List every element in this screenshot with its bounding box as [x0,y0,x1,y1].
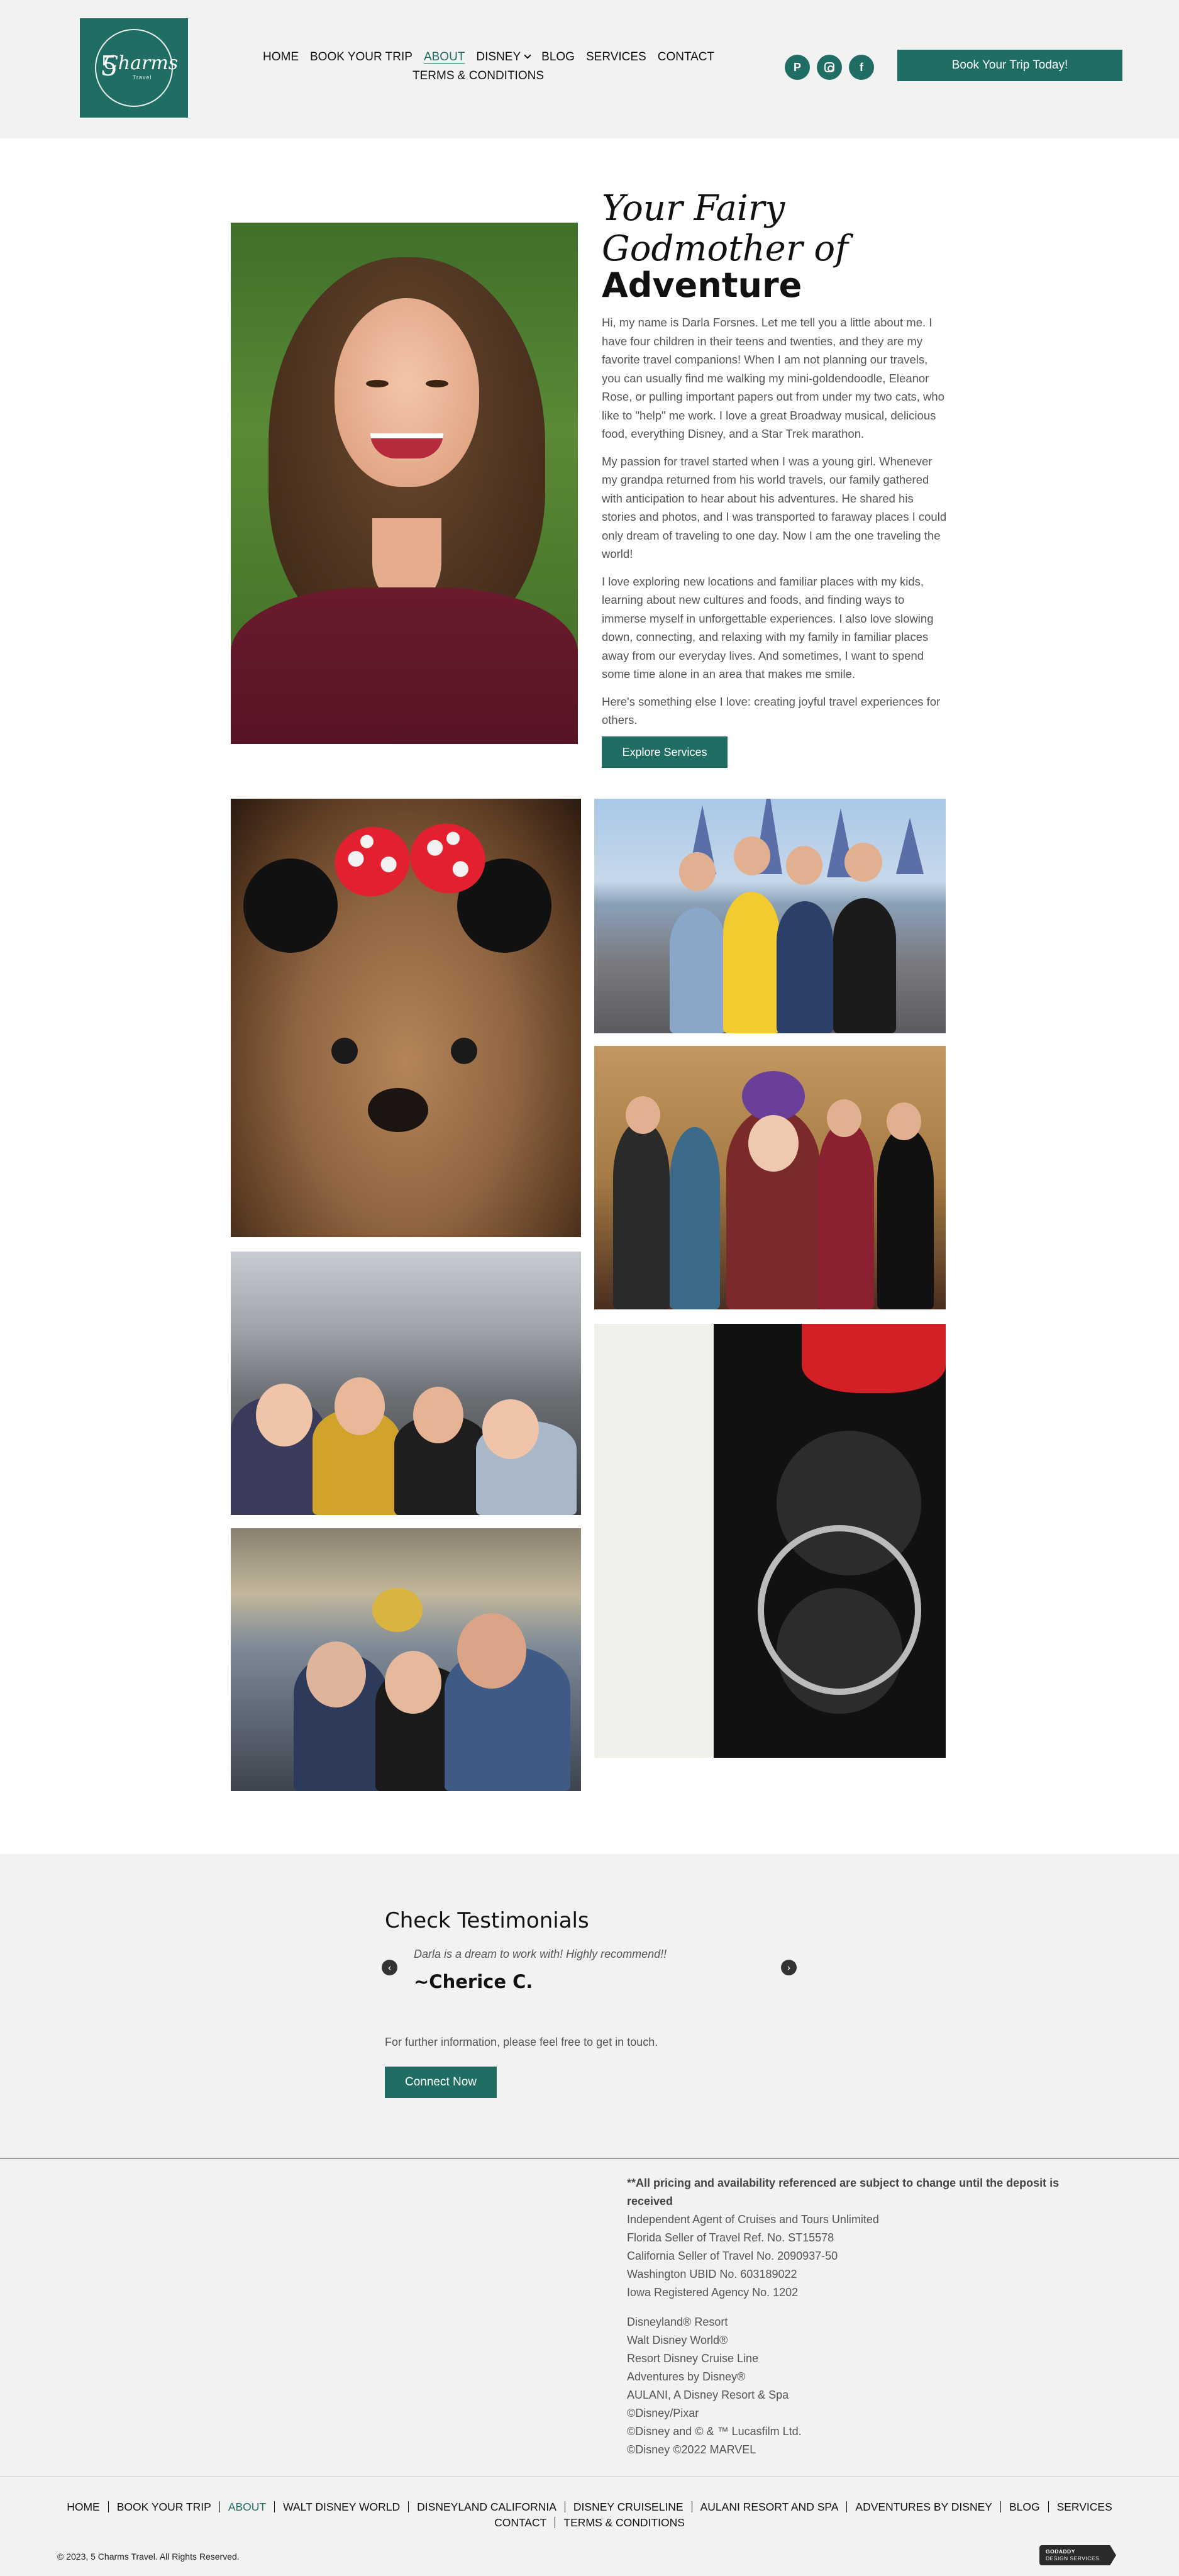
legal-line: Independent Agent of Cruises and Tours U… [627,2213,879,2226]
explore-services-button[interactable]: Explore Services [602,736,728,768]
prev-arrow-icon[interactable]: ‹ [382,1960,397,1975]
legal-line: Florida Seller of Travel Ref. No. ST1557… [627,2231,834,2244]
legal-disclaimer: **All pricing and availability reference… [627,2174,1105,2459]
badge-line1: GODADDY [1046,2548,1075,2555]
social-links: P f [785,55,874,80]
nav-book-your-trip[interactable]: BOOK YOUR TRIP [310,50,412,64]
main-nav: HOME BOOK YOUR TRIP ABOUT DISNEY BLOG SE… [263,49,714,82]
about-paragraph: Hi, my name is Darla Forsnes. Let me tel… [602,316,944,440]
footer-link-terms[interactable]: TERMS & CONDITIONS [555,2516,693,2528]
site-header: 5 Charms Travel HOME BOOK YOUR TRIP ABOU… [0,0,1179,138]
legal-line: Washington UBID No. 603189022 [627,2268,797,2280]
book-trip-button[interactable]: Book Your Trip Today! [897,50,1122,81]
logo-number: 5 [100,50,118,82]
further-info-text: For further information, please feel fre… [385,2036,658,2048]
gallery-photo-castle [594,799,946,1033]
trademark-line: Resort Disney Cruise Line [627,2352,759,2365]
footer-link-disney-cruiseline[interactable]: DISNEY CRUISELINE [564,2501,692,2512]
nav-home[interactable]: HOME [263,50,299,64]
testimonials-title: Check Testimonials [385,1908,589,1933]
badge-line2: DESIGN SERVICES [1046,2555,1100,2562]
trademark-line: ©Disney and © & ™ Lucasfilm Ltd. [627,2425,802,2438]
gallery-photo-rockefeller [231,1528,581,1791]
trademark-line: Disneyland® Resort [627,2316,728,2328]
footer-divider [0,2476,1179,2477]
godaddy-badge[interactable]: GODADDY DESIGN SERVICES [1039,2545,1116,2565]
nav-disney-label: DISNEY [476,50,521,64]
trademark-line: AULANI, A Disney Resort & Spa [627,2389,789,2401]
footer-link-services[interactable]: SERVICES [1048,2501,1121,2512]
legal-line: California Seller of Travel No. 2090937-… [627,2250,838,2262]
pricing-disclaimer: **All pricing and availability reference… [627,2177,1060,2207]
nav-contact[interactable]: CONTACT [658,50,714,64]
connect-now-button[interactable]: Connect Now [385,2067,497,2098]
footer-link-book-your-trip[interactable]: BOOK YOUR TRIP [108,2501,219,2512]
gallery-photo-mickey-ears [594,1324,946,1758]
trademark-line: ©Disney ©2022 MARVEL [627,2443,756,2456]
legal-line: Iowa Registered Agency No. 1202 [627,2286,799,2299]
footer-link-home[interactable]: HOME [58,2501,108,2512]
nav-services[interactable]: SERVICES [586,50,646,64]
trademark-line: Adventures by Disney® [627,2370,746,2383]
trademark-line: Walt Disney World® [627,2334,728,2346]
facebook-icon[interactable]: f [849,55,874,80]
about-section: Your Fairy Godmother of Adventure Hi, my… [602,189,948,730]
logo-sub: Travel [132,74,152,80]
footer-link-about[interactable]: ABOUT [219,2501,274,2512]
pinterest-icon[interactable]: P [785,55,810,80]
about-script-title: Your Fairy Godmother of [602,188,848,269]
trademark-line: ©Disney/Pixar [627,2407,699,2419]
logo[interactable]: 5 Charms Travel [80,18,188,118]
gallery-photo-grumpy [594,1046,946,1309]
nav-disney[interactable]: DISNEY [476,50,531,64]
gallery-photo-dog [231,799,581,1237]
testimonial-quote: Darla is a dream to work with! Highly re… [414,1948,667,1960]
footer-nav: HOME BOOK YOUR TRIP ABOUT WALT DISNEY WO… [0,2499,1179,2530]
gallery-photo-galaxy-edge [231,1252,581,1515]
footer-link-walt-disney-world[interactable]: WALT DISNEY WORLD [274,2501,408,2512]
footer-link-adventures-by-disney[interactable]: ADVENTURES BY DISNEY [846,2501,1000,2512]
footer-link-disneyland-california[interactable]: DISNEYLAND CALIFORNIA [408,2501,565,2512]
next-arrow-icon[interactable]: › [781,1960,797,1975]
about-paragraph: Here's something else I love: creating j… [602,694,941,727]
chevron-down-icon [524,52,531,59]
about-paragraph: My passion for travel started when I was… [602,454,947,561]
testimonial-author: ~Cherice C. [414,1971,533,1992]
footer-link-blog[interactable]: BLOG [1000,2501,1048,2512]
footer-link-contact[interactable]: CONTACT [486,2517,555,2528]
about-paragraph: I love exploring new locations and famil… [602,574,934,681]
copyright-text: © 2023, 5 Charms Travel. All Rights Rese… [57,2551,240,2562]
testimonials-section [0,1854,1179,2158]
nav-blog[interactable]: BLOG [541,50,575,64]
about-title: Adventure [602,265,802,305]
logo-emblem: 5 Charms Travel [95,29,178,107]
footer-link-aulani[interactable]: AULANI RESORT AND SPA [691,2501,847,2512]
instagram-icon[interactable] [817,55,842,80]
nav-about[interactable]: ABOUT [424,50,465,64]
portrait-photo [231,223,578,744]
nav-terms[interactable]: TERMS & CONDITIONS [412,69,544,83]
